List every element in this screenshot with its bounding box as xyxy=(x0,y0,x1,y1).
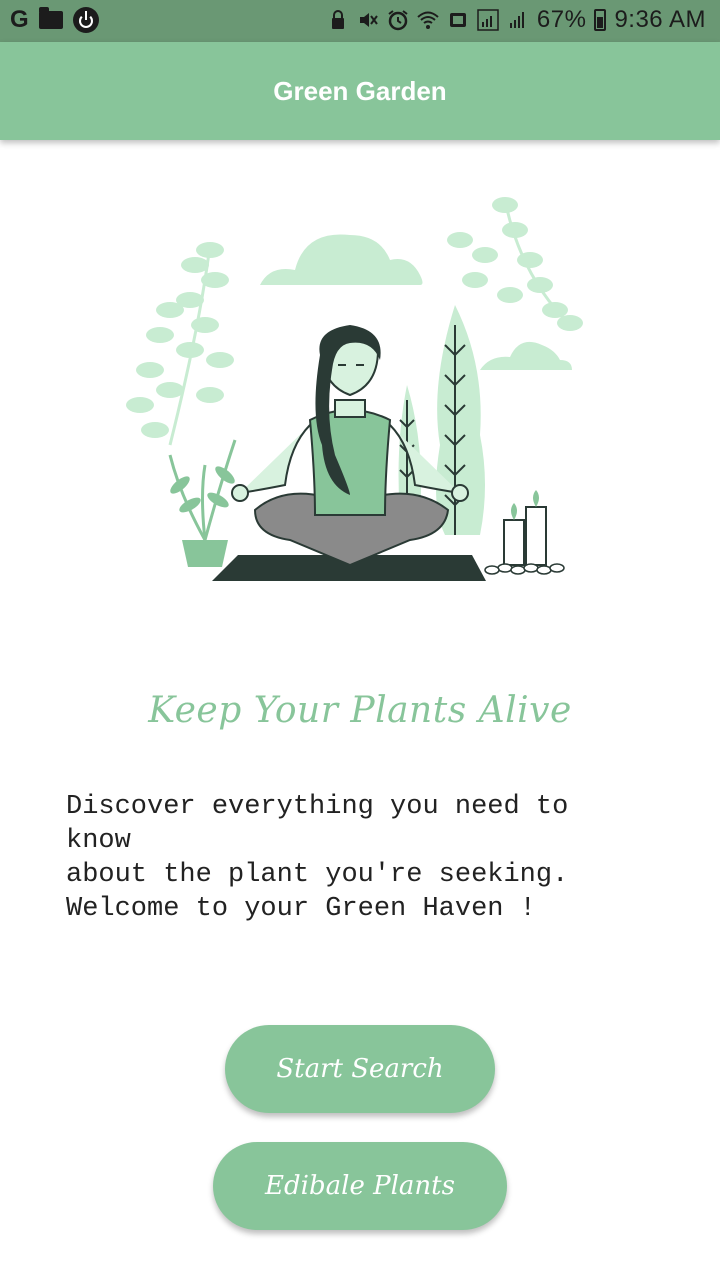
battery-icon xyxy=(594,9,607,31)
signal-icon xyxy=(477,9,499,31)
battery-percent: 67% xyxy=(536,6,587,33)
potted-plant xyxy=(168,439,237,567)
power-icon xyxy=(72,7,99,33)
vine-right xyxy=(447,197,583,331)
google-icon: G xyxy=(10,6,29,33)
vine-left xyxy=(126,242,234,446)
start-search-label: Start Search xyxy=(276,1054,444,1084)
meditation-illustration xyxy=(126,197,583,581)
app-bar: Green Garden xyxy=(0,42,720,140)
candles xyxy=(484,490,565,575)
description-text: Discover everything you need to know abo… xyxy=(66,792,569,924)
meditating-woman xyxy=(231,325,469,567)
edible-plants-button[interactable]: Edibale Plants xyxy=(213,1142,507,1230)
status-bar: G 67% 9:36 AM xyxy=(0,0,720,42)
cloud-icon xyxy=(260,234,423,285)
tagline: Keep Your Plants Alive xyxy=(148,690,572,731)
wifi-icon xyxy=(417,11,439,29)
app-title: Green Garden xyxy=(273,75,447,106)
lock-icon xyxy=(331,10,344,29)
folder-icon xyxy=(38,7,63,29)
signal-icon xyxy=(509,12,524,28)
cast-icon xyxy=(449,13,466,27)
alarm-icon xyxy=(388,10,408,31)
edible-plants-label: Edibale Plants xyxy=(265,1171,455,1201)
status-right-icons: 67% 9:36 AM xyxy=(327,6,706,34)
mute-icon xyxy=(359,13,378,27)
status-time: 9:36 AM xyxy=(614,6,706,33)
cloud-icon xyxy=(480,341,572,370)
status-left-icons: G xyxy=(10,6,99,34)
start-search-button[interactable]: Start Search xyxy=(225,1025,495,1113)
